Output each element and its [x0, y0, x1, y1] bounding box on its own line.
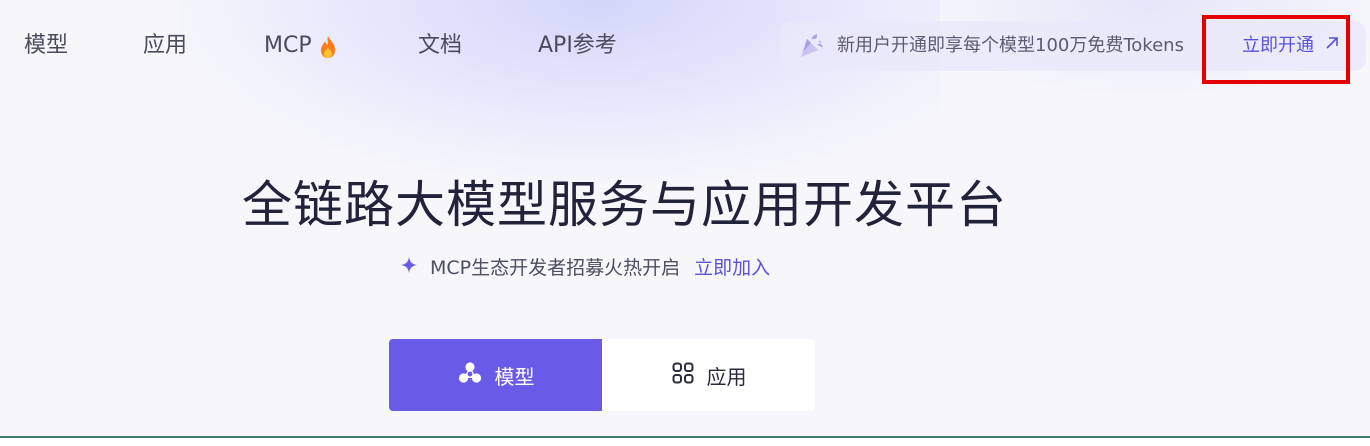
arrow-up-right-icon [1324, 33, 1340, 59]
nav-item-models[interactable]: 模型 [24, 30, 68, 62]
hero-subtitle: MCP生态开发者招募火热开启 立即加入 [400, 254, 770, 282]
top-navigation: 模型 应用 MCP 文档 API参考 新用户开通即享每个模型100万免费Toke… [0, 0, 1370, 96]
tab-label: 应用 [706, 364, 747, 389]
category-switcher: 模型 应用 [389, 339, 815, 411]
nav-item-mcp[interactable]: MCP [264, 30, 336, 62]
tab-apps[interactable]: 应用 [602, 339, 815, 411]
nav-item-label: API参考 [538, 33, 617, 58]
join-now-link[interactable]: 立即加入 [694, 254, 770, 282]
fire-icon [318, 35, 336, 58]
page-title: 全链路大模型服务与应用开发平台 [242, 176, 1007, 234]
promo-activate-link[interactable]: 立即开通 [1242, 33, 1340, 59]
nav-item-label: MCP [264, 33, 312, 58]
nav-item-label: 文档 [418, 33, 463, 58]
sparkle-icon [400, 254, 418, 282]
nav-item-docs[interactable]: 文档 [418, 30, 462, 62]
nav-item-apps[interactable]: 应用 [143, 30, 187, 62]
subtitle-text: MCP生态开发者招募火热开启 [430, 257, 681, 279]
nav-item-label: 应用 [143, 33, 188, 58]
confetti-icon [798, 33, 824, 59]
promo-text: 新用户开通即享每个模型100万免费Tokens [837, 35, 1184, 56]
page-bottom-edge [0, 438, 1370, 446]
tab-label: 模型 [494, 364, 535, 389]
tab-models[interactable]: 模型 [389, 339, 602, 411]
nav-item-label: 模型 [24, 33, 69, 58]
model-icon [457, 361, 483, 390]
promo-banner: 新用户开通即享每个模型100万免费Tokens 立即开通 [780, 21, 1366, 71]
nav-item-api-reference[interactable]: API参考 [538, 30, 617, 62]
promo-link-label: 立即开通 [1242, 35, 1314, 56]
grid-icon [671, 361, 695, 390]
